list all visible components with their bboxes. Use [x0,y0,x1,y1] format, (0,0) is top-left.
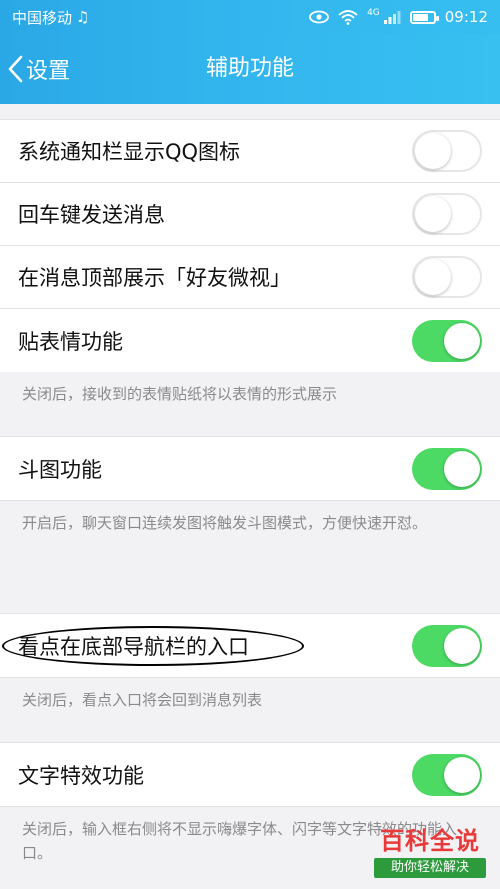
doutu-note: 开启后，聊天窗口连续发图将触发斗图模式，方便快速开怼。 [22,514,428,532]
toggle-knob [444,627,480,664]
toggle-knob [444,450,480,487]
watermark-title: 百科全说 [380,827,480,855]
eye-icon [309,10,329,24]
sticker-note: 关闭后，接收到的表情贴纸将以表情的形式展示 [22,385,338,403]
settings-content: 系统通知栏显示QQ图标 回车键发送消息 在消息顶部展示「好友微视」 贴表情功能 … [0,104,500,889]
toggle-knob [444,322,480,359]
network-type: 4G [367,8,380,18]
setting-label: 看点在底部导航栏的入口 [18,634,249,659]
music-note-icon: ♫ [76,8,90,26]
toggle-switch[interactable] [412,193,482,235]
signal-icon [383,11,401,24]
toggle-switch[interactable] [412,624,482,667]
battery-icon [409,10,439,24]
toggle-switch[interactable] [412,447,482,490]
back-label: 设置 [26,59,71,84]
setting-label: 回车键发送消息 [18,203,165,227]
setting-row-sticker[interactable]: 贴表情功能 [0,309,500,372]
chevron-left-icon [8,55,23,83]
toggle-knob [415,259,451,295]
setting-label: 斗图功能 [18,457,102,482]
setting-row-system-notify-qq-icon[interactable]: 系统通知栏显示QQ图标 [0,120,500,183]
toggle-switch[interactable] [412,130,482,172]
clock: 09:12 [444,8,488,26]
setting-label: 在消息顶部展示「好友微视」 [18,266,291,290]
status-icons: 4G 09:12 [309,8,488,26]
settings-group-3: 看点在底部导航栏的入口 [0,613,500,678]
settings-group-1: 系统通知栏显示QQ图标 回车键发送消息 在消息顶部展示「好友微视」 贴表情功能 [0,119,500,372]
nav-bar: 设置 辅助功能 [0,34,500,104]
setting-label: 贴表情功能 [18,329,123,354]
page-title: 辅助功能 [205,56,294,81]
setting-row-text-effects[interactable]: 文字特效功能 [0,743,500,806]
settings-group-4: 文字特效功能 [0,742,500,807]
carrier-name: 中国移动 [12,8,73,27]
toggle-knob [444,756,480,793]
setting-row-friend-video-top[interactable]: 在消息顶部展示「好友微视」 [0,246,500,309]
setting-row-kandian[interactable]: 看点在底部导航栏的入口 [0,614,500,677]
setting-label: 系统通知栏显示QQ图标 [18,140,241,164]
status-bar: 中国移动 ♫ 4G 09:12 [0,0,500,34]
watermark-logo: 百科全说 助你轻松解决 [374,826,486,882]
carrier-info: 中国移动 ♫ [12,7,89,28]
kandian-note: 关闭后，看点入口将会回到消息列表 [22,691,263,709]
toggle-knob [415,133,451,169]
watermark-subtitle: 助你轻松解决 [374,858,486,878]
back-button[interactable]: 设置 [6,34,70,104]
wifi-icon [338,10,358,25]
toggle-knob [415,196,451,232]
toggle-switch[interactable] [412,753,482,796]
toggle-switch[interactable] [412,319,482,362]
toggle-switch[interactable] [412,256,482,298]
top-spacer [0,104,500,119]
setting-row-doutu[interactable]: 斗图功能 [0,437,500,500]
setting-label: 文字特效功能 [18,763,144,788]
settings-group-2: 斗图功能 [0,436,500,501]
setting-row-enter-to-send[interactable]: 回车键发送消息 [0,183,500,246]
